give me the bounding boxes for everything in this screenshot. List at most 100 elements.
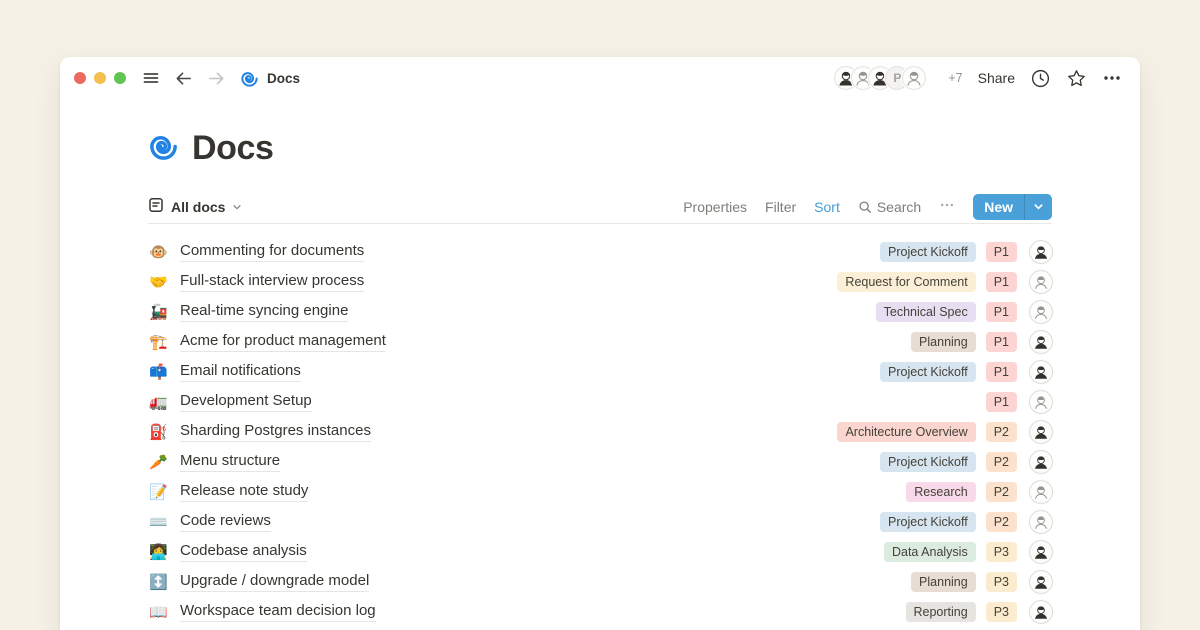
avatar [1030, 541, 1052, 563]
doc-row[interactable]: 🤝 Full-stack interview process Request f… [148, 267, 1052, 297]
doc-tag: Planning [911, 572, 976, 593]
doc-title: Acme for product management [180, 332, 386, 353]
doc-tag: Research [906, 482, 976, 503]
avatar [1030, 481, 1052, 503]
titlebar: Docs P +7 Share [60, 57, 1140, 99]
hamburger-menu-icon[interactable] [142, 69, 160, 87]
search-icon [858, 200, 872, 214]
view-toolbar: All docs Properties Filter Sort Search N… [148, 190, 1052, 224]
view-switcher-label: All docs [171, 199, 225, 215]
doc-priority-badge: P1 [986, 272, 1017, 293]
new-button[interactable]: New [973, 194, 1024, 220]
sort-button[interactable]: Sort [814, 199, 840, 215]
docs-spiral-logo-icon [148, 131, 179, 167]
keyboard-icon: ⌨️ [148, 515, 169, 530]
doc-row-meta: Architecture Overview P2 [837, 421, 1052, 443]
doc-row[interactable]: ↕️ Upgrade / downgrade model Planning P3 [148, 567, 1052, 597]
titlebar-avatar-stack[interactable]: P [833, 65, 927, 91]
doc-row[interactable]: 📖 Workspace team decision log Reporting … [148, 597, 1052, 627]
avatar [1030, 451, 1052, 473]
doc-tag: Project Kickoff [880, 242, 976, 263]
mailbox-icon: 📫 [148, 365, 169, 380]
share-button[interactable]: Share [978, 70, 1015, 86]
avatar [1030, 511, 1052, 533]
doc-list: 🐵 Commenting for documents Project Kicko… [148, 237, 1052, 630]
locomotive-icon: 🚂 [148, 305, 169, 320]
handshake-icon: 🤝 [148, 275, 169, 290]
search-button[interactable]: Search [858, 199, 921, 215]
zoom-window-button[interactable] [114, 72, 126, 84]
doc-tag: Request for Comment [837, 272, 975, 293]
doc-row-meta: Project Kickoff P1 [880, 361, 1052, 383]
doc-row[interactable]: 🐵 Commenting for documents Project Kicko… [148, 237, 1052, 267]
doc-row[interactable]: 🚂 Real-time syncing engine Technical Spe… [148, 297, 1052, 327]
doc-priority-badge: P1 [986, 242, 1017, 263]
view-switcher[interactable]: All docs [148, 197, 242, 216]
more-options-icon[interactable] [1102, 68, 1122, 88]
avatar [1030, 391, 1052, 413]
minimize-window-button[interactable] [94, 72, 106, 84]
doc-priority-badge: P2 [986, 452, 1017, 473]
doc-row[interactable]: ⛽ Sharding Postgres instances Architectu… [148, 417, 1052, 447]
doc-title: Workspace team decision log [180, 602, 376, 623]
close-window-button[interactable] [74, 72, 86, 84]
avatar [1030, 331, 1052, 353]
doc-title: Full-stack interview process [180, 272, 364, 293]
back-arrow-icon[interactable] [174, 69, 193, 88]
traffic-lights [74, 72, 126, 84]
new-button-dropdown[interactable] [1025, 194, 1052, 220]
avatar [1030, 601, 1052, 623]
page-title: Docs [192, 129, 274, 168]
doc-priority-badge: P1 [986, 332, 1017, 353]
doc-row-meta: Research P2 [906, 481, 1052, 503]
history-clock-icon[interactable] [1030, 68, 1051, 89]
doc-row[interactable]: ⌨️ Code reviews Project Kickoff P2 [148, 507, 1052, 537]
avatar [1030, 571, 1052, 593]
doc-row[interactable]: 📝 Release note study Research P2 [148, 477, 1052, 507]
doc-view-icon [148, 197, 164, 216]
doc-row[interactable]: 🥕 Menu structure Project Kickoff P2 [148, 447, 1052, 477]
doc-title: Development Setup [180, 392, 312, 413]
spiral-logo-icon [240, 69, 259, 88]
properties-button[interactable]: Properties [683, 199, 747, 215]
filter-button[interactable]: Filter [765, 199, 796, 215]
doc-title: Menu structure [180, 452, 280, 473]
doc-tag: Project Kickoff [880, 512, 976, 533]
page-content: Docs All docs Properties Filter Sort Sea… [60, 129, 1140, 630]
doc-row[interactable]: 📫 Email notifications Project Kickoff P1 [148, 357, 1052, 387]
doc-row-meta: Project Kickoff P1 [880, 241, 1052, 263]
carrot-icon: 🥕 [148, 455, 169, 470]
page-header: Docs [148, 129, 1052, 168]
window-title: Docs [267, 71, 300, 86]
toolbar-actions: Properties Filter Sort Search New [683, 194, 1052, 220]
woman-technologist-icon: 👩‍💻 [148, 545, 169, 560]
doc-tag: Planning [911, 332, 976, 353]
doc-row[interactable]: 🚛 Development Setup P1 [148, 387, 1052, 417]
new-button-group: New [973, 194, 1052, 220]
up-down-arrow-icon: ↕️ [148, 575, 169, 590]
doc-tag: Project Kickoff [880, 452, 976, 473]
doc-tag: Technical Spec [876, 302, 976, 323]
doc-row[interactable]: 👩‍💻 Codebase analysis Data Analysis P3 [148, 537, 1052, 567]
articulated-lorry-icon: 🚛 [148, 395, 169, 410]
doc-row-meta: Request for Comment P1 [837, 271, 1052, 293]
doc-row-meta: Project Kickoff P2 [880, 511, 1052, 533]
doc-priority-badge: P3 [986, 542, 1017, 563]
doc-priority-badge: P2 [986, 482, 1017, 503]
doc-row-meta: Data Analysis P3 [884, 541, 1052, 563]
doc-title: Commenting for documents [180, 242, 364, 263]
forward-arrow-icon[interactable] [207, 69, 226, 88]
doc-row-meta: Planning P1 [911, 331, 1052, 353]
building-construction-icon: 🏗️ [148, 335, 169, 350]
avatar [1030, 241, 1052, 263]
doc-row[interactable]: 🏗️ Acme for product management Planning … [148, 327, 1052, 357]
favorite-star-icon[interactable] [1066, 68, 1087, 89]
doc-tag: Data Analysis [884, 542, 976, 563]
toolbar-more-icon[interactable] [939, 197, 955, 216]
doc-title: Release note study [180, 482, 308, 503]
doc-priority-badge: P2 [986, 422, 1017, 443]
doc-row-meta: P1 [986, 391, 1052, 413]
doc-priority-badge: P3 [986, 572, 1017, 593]
doc-row-meta: Technical Spec P1 [876, 301, 1052, 323]
avatar [1030, 271, 1052, 293]
